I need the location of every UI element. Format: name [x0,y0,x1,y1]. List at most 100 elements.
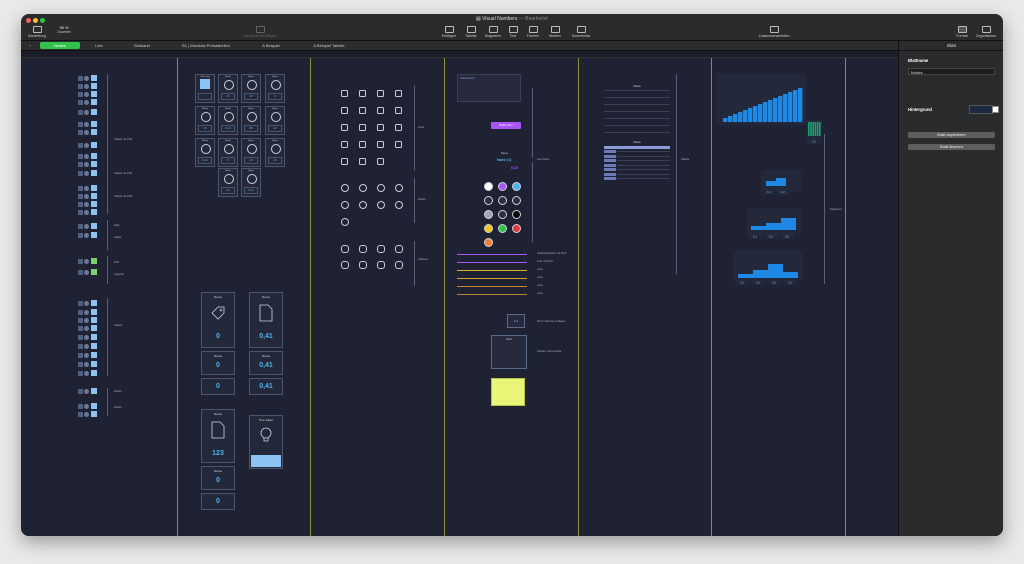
star-icon[interactable] [359,90,366,97]
background-color-swatch[interactable] [992,106,999,113]
thumbs-up-icon[interactable] [377,124,384,131]
sample-button[interactable]: Button Text [491,122,521,129]
color-swatch[interactable] [512,224,521,233]
tab-a-beispiel[interactable]: A Beispiel [247,42,295,49]
arrow-left-icon[interactable] [341,245,349,253]
line-sample[interactable] [457,294,527,295]
small-value-card[interactable]: Name 33 [241,74,261,103]
node-element[interactable] [78,309,97,316]
line-sample[interactable] [457,270,527,271]
dollar-icon[interactable] [359,184,367,192]
monitor-icon[interactable] [341,158,348,165]
node-element[interactable] [78,109,97,116]
toolbar-collaborate-button[interactable]: Zusammenarbeiten [751,26,797,38]
times-circle-icon[interactable] [395,201,403,209]
node-element[interactable] [78,153,97,160]
small-value-card[interactable]: Name 15 [265,138,285,167]
color-swatch[interactable] [512,182,521,191]
hand-pointer-icon[interactable] [359,107,366,114]
card-icon[interactable] [341,90,348,97]
value-card-tag[interactable]: Name 0 [201,292,235,348]
small-value-card[interactable]: Name 15 [218,74,238,103]
node-element[interactable] [78,388,97,395]
toolbar-add-category-button[interactable]: Kategorie hinzufügen [237,26,283,38]
small-value-card[interactable]: Name 0 [265,74,285,103]
true-false-card[interactable]: True False [249,415,283,469]
toolbar-zoom-button[interactable]: 95 % Zoomen [53,26,75,34]
toolbar-format-button[interactable]: Format [953,26,971,38]
value-card[interactable]: Name 0 [201,466,235,490]
divide-circle-icon[interactable] [341,218,349,226]
node-element[interactable] [78,258,97,265]
node-element[interactable] [78,91,97,98]
value-card[interactable]: 0 [201,493,235,510]
tab-bildband[interactable]: Bildband [119,42,165,49]
toolbar-comment-button[interactable]: Kommentar [568,26,594,38]
chat-bubble-icon[interactable] [377,90,384,97]
node-element[interactable] [78,185,97,192]
small-value-card[interactable]: Name 15 [241,138,261,167]
node-element[interactable] [78,269,97,276]
line-sample[interactable] [457,286,527,287]
delete-sheet-button[interactable]: Blatt löschen [908,144,995,150]
color-swatch[interactable] [484,196,493,205]
back-icon[interactable] [377,261,385,269]
toolbar-text-button[interactable]: Text [507,26,519,38]
value-card[interactable]: Name 0 [201,351,235,375]
duplicate-sheet-button[interactable]: Blatt duplizieren [908,132,995,138]
skip-back-icon[interactable] [341,261,349,269]
sheet-canvas[interactable]: Tabelle mit Pfeil Tabelle mit Pfeil Tabe… [21,58,898,536]
line-sample[interactable] [457,262,527,263]
node-element[interactable] [78,361,97,368]
node-element[interactable] [78,343,97,350]
value-card-document[interactable]: Name 123 [201,409,235,463]
add-sheet-button[interactable]: + [25,42,35,49]
toolbar-view-button[interactable]: Darstellung [25,26,49,38]
small-value-card[interactable]: Warnung [195,74,215,103]
node-element[interactable] [78,83,97,90]
toolbar-organize-button[interactable]: Organisieren [973,26,999,38]
line-sample[interactable] [457,254,527,255]
node-element[interactable] [78,193,97,200]
node-element[interactable] [78,209,97,216]
node-element[interactable] [78,411,97,418]
small-value-card[interactable]: Name 5 [218,138,238,167]
fast-forward-icon[interactable] [377,245,385,253]
next-icon[interactable] [395,261,403,269]
plus-circle-icon[interactable] [341,201,349,209]
pound-icon[interactable] [377,184,385,192]
yen-icon[interactable] [395,184,403,192]
tab-a-beispiel-tabelle[interactable]: A Beispiel Tabelle [297,42,361,49]
color-swatch[interactable] [498,196,507,205]
tab-mandala-preistabellen[interactable]: B1 | Mandala Preistabellen [167,42,245,49]
sticky-note[interactable] [491,378,525,406]
check-circle-icon[interactable] [359,124,366,131]
color-swatch[interactable] [484,182,493,191]
node-element[interactable] [78,317,97,324]
node-element[interactable] [78,325,97,332]
node-element[interactable] [78,142,97,149]
color-swatch[interactable] [498,224,507,233]
node-element[interactable] [78,232,97,239]
node-element[interactable] [78,300,97,307]
value-card[interactable]: 0 [201,378,235,395]
toolbar-shapes-button[interactable]: Formen [524,26,542,38]
value-card[interactable]: Name 0,41 [249,351,283,375]
percent-circle-icon[interactable] [377,201,385,209]
previous-icon[interactable] [359,261,367,269]
color-swatch[interactable] [512,196,521,205]
background-color-well[interactable] [969,105,993,114]
pencil-icon[interactable] [341,107,348,114]
camera-icon[interactable] [395,124,402,131]
node-element[interactable] [78,223,97,230]
small-value-card[interactable]: Name 0,41 [241,168,261,197]
color-swatch[interactable] [484,210,493,219]
node-element[interactable] [78,201,97,208]
node-element[interactable] [78,334,97,341]
table-sample[interactable]: Tabelle [604,141,670,182]
small-value-card[interactable]: Name 0,41 [195,138,215,167]
header-element[interactable]: Tabellenkopf [457,74,521,102]
document-icon[interactable] [395,141,402,148]
note-card[interactable]: Notiz [491,335,527,369]
color-swatch[interactable] [484,238,493,247]
